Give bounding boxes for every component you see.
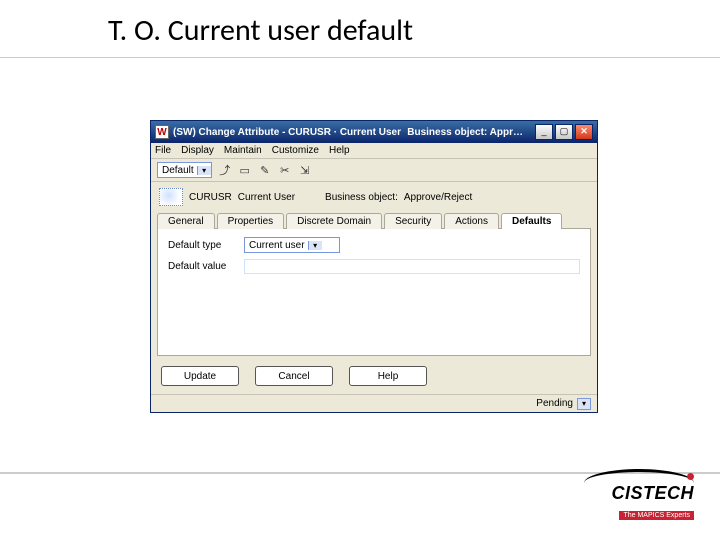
default-type-label: Default type bbox=[168, 240, 238, 251]
logo-tagline: The MAPICS Experts bbox=[619, 511, 694, 520]
record-info: CURUSR Current User Business object: App… bbox=[151, 182, 597, 212]
menu-maintain[interactable]: Maintain bbox=[224, 145, 262, 156]
tab-defaults[interactable]: Defaults bbox=[501, 213, 562, 229]
cancel-button[interactable]: Cancel bbox=[255, 366, 333, 386]
menu-file[interactable]: File bbox=[155, 145, 171, 156]
slide-title: T. O. Current user default bbox=[0, 0, 720, 58]
default-value-label: Default value bbox=[168, 261, 238, 272]
defaults-panel: Default type Current user ▾ Default valu… bbox=[157, 228, 591, 356]
bo-value: Approve/Reject bbox=[404, 192, 472, 203]
status-bar: Pending ▾ bbox=[151, 394, 597, 412]
logo-word: CISTECH bbox=[584, 483, 694, 504]
bo-label: Business object: bbox=[325, 192, 398, 203]
update-button[interactable]: Update bbox=[161, 366, 239, 386]
view-dropdown-value: Default bbox=[162, 165, 194, 176]
attr-code: CURUSR bbox=[189, 192, 232, 203]
tab-general[interactable]: General bbox=[157, 213, 215, 229]
company-logo: CISTECH The MAPICS Experts bbox=[584, 469, 694, 522]
menu-customize[interactable]: Customize bbox=[272, 145, 319, 156]
view-dropdown[interactable]: Default ▾ bbox=[157, 162, 212, 178]
menu-help[interactable]: Help bbox=[329, 145, 350, 156]
app-window: W (SW) Change Attribute - CURUSR · Curre… bbox=[150, 120, 598, 413]
status-text: Pending bbox=[536, 398, 573, 409]
window-titlebar: W (SW) Change Attribute - CURUSR · Curre… bbox=[151, 121, 597, 143]
menubar: File Display Maintain Customize Help bbox=[151, 143, 597, 159]
logo-arc-icon bbox=[584, 469, 694, 483]
chevron-down-icon[interactable]: ▾ bbox=[577, 398, 591, 410]
tab-actions[interactable]: Actions bbox=[444, 213, 499, 229]
maximize-button[interactable]: ▢ bbox=[555, 124, 573, 140]
link-icon[interactable]: ⇲ bbox=[298, 163, 312, 177]
tab-strip: General Properties Discrete Domain Secur… bbox=[151, 212, 597, 228]
window-title: (SW) Change Attribute - CURUSR · Current… bbox=[173, 127, 407, 138]
toolbar: Default ▾ ⤴ ▭ ✎ ✂ ⇲ bbox=[151, 159, 597, 182]
logo-dot-icon bbox=[687, 473, 694, 480]
edit-icon[interactable]: ✎ bbox=[258, 163, 272, 177]
chevron-down-icon: ▾ bbox=[308, 241, 322, 250]
default-type-dropdown[interactable]: Current user ▾ bbox=[244, 237, 340, 253]
blank-icon[interactable]: ▭ bbox=[238, 163, 252, 177]
close-button[interactable]: ✕ bbox=[575, 124, 593, 140]
window-title-extra: Business object: Appr… bbox=[407, 127, 523, 138]
tab-properties[interactable]: Properties bbox=[217, 213, 285, 229]
default-type-value: Current user bbox=[249, 240, 305, 251]
minimize-button[interactable]: _ bbox=[535, 124, 553, 140]
attr-desc: Current User bbox=[238, 192, 295, 203]
chevron-down-icon: ▾ bbox=[197, 166, 211, 175]
button-row: Update Cancel Help bbox=[151, 356, 597, 394]
cut-icon[interactable]: ✂ bbox=[278, 163, 292, 177]
help-button[interactable]: Help bbox=[349, 366, 427, 386]
window-icon: W bbox=[155, 125, 169, 139]
open-icon[interactable]: ⤴ bbox=[218, 163, 232, 177]
tab-security[interactable]: Security bbox=[384, 213, 442, 229]
attribute-icon bbox=[159, 188, 183, 206]
default-value-input[interactable] bbox=[244, 259, 580, 274]
tab-discrete-domain[interactable]: Discrete Domain bbox=[286, 213, 382, 229]
menu-display[interactable]: Display bbox=[181, 145, 214, 156]
